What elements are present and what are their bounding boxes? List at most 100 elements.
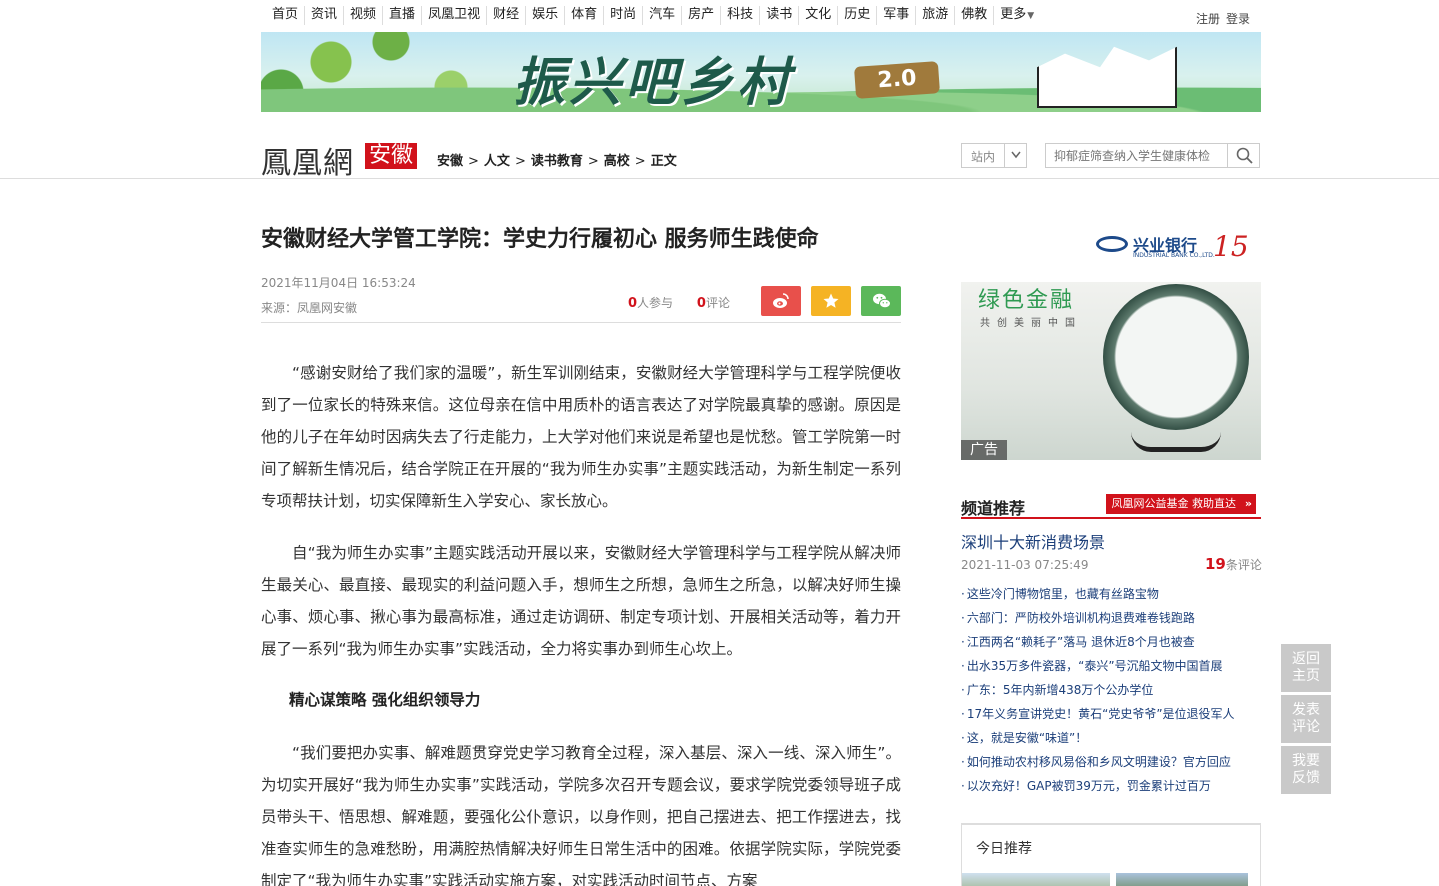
share-wechat-button[interactable] bbox=[861, 286, 901, 316]
nav-item-phoenix-tv[interactable]: 凤凰卫视 bbox=[421, 6, 486, 25]
register-link[interactable]: 注册 bbox=[1196, 12, 1220, 26]
nav-item-news[interactable]: 资讯 bbox=[304, 6, 343, 25]
ad-plate-stand bbox=[1131, 422, 1221, 452]
nav-item-home[interactable]: 首页 bbox=[266, 6, 304, 25]
top-banner-ad[interactable]: 振兴吧乡村 2.0 bbox=[261, 32, 1261, 112]
bullet: · bbox=[961, 779, 965, 793]
breadcrumb-separator: > bbox=[634, 154, 646, 169]
search-icon bbox=[1236, 147, 1253, 164]
list-item[interactable]: · 这些冷门博物馆里，也藏有丝路宝物 bbox=[961, 582, 1261, 606]
banner-version-badge: 2.0 bbox=[853, 61, 941, 99]
list-item[interactable]: · 如何推动农村移风易俗和乡风文明建设？官方回应 bbox=[961, 750, 1261, 774]
featured-title[interactable]: 深圳十大新消费场景 bbox=[961, 529, 1105, 553]
channel-title: 频道推荐 bbox=[961, 499, 1026, 518]
breadcrumb: 安徽 > 人文 > 读书教育 > 高校 > 正文 bbox=[437, 150, 677, 169]
search-button[interactable] bbox=[1227, 144, 1259, 167]
participants-link[interactable]: 0人参与 bbox=[628, 296, 674, 311]
news-link: 出水35万多件瓷器，“泰兴”号沉船文物中国首展 bbox=[966, 659, 1223, 673]
breadcrumb-separator: > bbox=[514, 154, 526, 169]
top-nav-list: 首页 资讯 视频 直播 凤凰卫视 财经 娱乐 体育 时尚 汽车 房产 科技 读书… bbox=[266, 6, 1040, 25]
double-chevron-right-icon: » bbox=[1244, 497, 1252, 510]
news-list: · 这些冷门博物馆里，也藏有丝路宝物 · 六部门：严防校外培训机构退费难卷钱跑路 ·… bbox=[961, 582, 1261, 798]
article-paragraph: “我们要把办实事、解难题贯穿党史学习教育全过程，深入基层、深入一线、深入师生”。… bbox=[261, 744, 901, 886]
bank-subtitle: INDUSTRIAL BANK CO.,LTD. bbox=[1133, 252, 1215, 259]
back-home-button[interactable]: 返回 主页 bbox=[1281, 644, 1331, 692]
nav-item-history[interactable]: 历史 bbox=[837, 6, 876, 25]
ad-slogan-sub: 共创美丽中国 bbox=[980, 318, 1082, 329]
breadcrumb-item[interactable]: 高校 bbox=[604, 154, 630, 169]
list-item[interactable]: · 六部门：严防校外培训机构退费难卷钱跑路 bbox=[961, 606, 1261, 630]
breadcrumb-item[interactable]: 人文 bbox=[484, 154, 510, 169]
nav-item-ent[interactable]: 娱乐 bbox=[525, 6, 564, 25]
channel-header: 频道推荐 凤凰网公益基金 救助直达 » bbox=[961, 493, 1261, 519]
sidebar-ad[interactable]: 兴业银行 INDUSTRIAL BANK CO.,LTD. 15 绿色金融 共创… bbox=[961, 222, 1261, 460]
today-recommend-title: 今日推荐 bbox=[976, 841, 1032, 857]
search-scope-value: 站内 bbox=[971, 150, 996, 164]
login-link[interactable]: 登录 bbox=[1226, 12, 1250, 26]
nav-item-video[interactable]: 视频 bbox=[343, 6, 382, 25]
nav-item-sports[interactable]: 体育 bbox=[564, 6, 603, 25]
featured-comments[interactable]: 19条评论 bbox=[1205, 555, 1262, 573]
float-label: 返回 bbox=[1292, 651, 1320, 667]
nav-item-live[interactable]: 直播 bbox=[382, 6, 421, 25]
region-logo[interactable]: 安徽 bbox=[365, 143, 418, 169]
list-item[interactable]: · 江西两名“赖耗子”落马 退休近8个月也被查 bbox=[961, 630, 1261, 654]
post-comment-button[interactable]: 发表 评论 bbox=[1281, 695, 1331, 743]
list-item[interactable]: · 17年义务宣讲党史！黄石“党史爷爷”是位退役军人 bbox=[961, 702, 1261, 726]
search-input[interactable] bbox=[1046, 144, 1226, 167]
news-link: 广东：5年内新增438万个公办学位 bbox=[966, 683, 1154, 697]
nav-item-finance[interactable]: 财经 bbox=[486, 6, 525, 25]
participants-count: 0 bbox=[628, 296, 638, 311]
nav-item-auto[interactable]: 汽车 bbox=[642, 6, 681, 25]
weibo-icon bbox=[773, 293, 789, 308]
ad-label: 广告 bbox=[961, 440, 1007, 460]
today-thumbnail[interactable] bbox=[962, 873, 1110, 886]
nav-item-culture[interactable]: 文化 bbox=[798, 6, 837, 25]
breadcrumb-item[interactable]: 读书教育 bbox=[531, 154, 583, 169]
list-item[interactable]: · 以次充好！GAP被罚39万元，罚金累计过百万 bbox=[961, 774, 1261, 798]
nav-item-military[interactable]: 军事 bbox=[876, 6, 915, 25]
float-label: 我要 bbox=[1292, 753, 1320, 769]
feedback-button[interactable]: 我要 反馈 bbox=[1281, 746, 1331, 794]
search-scope-select[interactable]: 站内 bbox=[961, 143, 1027, 168]
comments-link[interactable]: 0评论 bbox=[697, 296, 730, 311]
float-label: 主页 bbox=[1292, 668, 1320, 684]
bullet: · bbox=[961, 587, 965, 601]
article-datetime: 2021年11月04日 16:53:24 bbox=[261, 276, 416, 290]
article-title: 安徽财经大学管工学院：学史力行履初心 服务师生践使命 bbox=[261, 227, 819, 252]
nav-item-house[interactable]: 房产 bbox=[681, 6, 720, 25]
today-recommend-box: 今日推荐 bbox=[961, 823, 1261, 886]
news-link: 这，就是安徽“味道”！ bbox=[966, 731, 1088, 745]
search-box bbox=[1045, 143, 1260, 168]
auth-links: 注册 登录 bbox=[1196, 10, 1256, 27]
news-link: 以次充好！GAP被罚39万元，罚金累计过百万 bbox=[966, 779, 1211, 793]
ad-slogan: 绿色金融 bbox=[978, 288, 1075, 313]
favorite-button[interactable] bbox=[811, 286, 851, 316]
comments-label: 评论 bbox=[705, 296, 730, 310]
list-item[interactable]: · 这，就是安徽“味道”！ bbox=[961, 726, 1261, 750]
featured-comments-count: 19 bbox=[1205, 555, 1226, 573]
charity-link[interactable]: 凤凰网公益基金 救助直达 » bbox=[1105, 494, 1256, 514]
news-link: 这些冷门博物馆里，也藏有丝路宝物 bbox=[966, 587, 1159, 601]
nav-item-tech[interactable]: 科技 bbox=[720, 6, 759, 25]
bullet: · bbox=[961, 611, 965, 625]
article-subheading: 精心谋策略 强化组织领导力 bbox=[289, 691, 481, 709]
article-source: 来源：凤凰网安徽 bbox=[261, 301, 358, 315]
ifeng-logo[interactable]: 鳳凰網 bbox=[261, 138, 354, 182]
article-paragraph: 自“我为师生办实事”主题实践活动开展以来，安徽财经大学管理科学与工程学院从解决师… bbox=[261, 544, 901, 658]
ad-plate-illustration bbox=[1103, 284, 1249, 430]
nav-item-travel[interactable]: 旅游 bbox=[915, 6, 954, 25]
share-weibo-button[interactable] bbox=[761, 286, 801, 316]
nav-item-buddhism[interactable]: 佛教 bbox=[954, 6, 993, 25]
list-item[interactable]: · 广东：5年内新增438万个公办学位 bbox=[961, 678, 1261, 702]
participants-label: 人参与 bbox=[637, 296, 674, 310]
bullet: · bbox=[961, 755, 965, 769]
nav-item-more[interactable]: 更多▼ bbox=[993, 6, 1040, 25]
today-thumbnail[interactable] bbox=[1116, 873, 1248, 886]
meta-divider bbox=[261, 322, 901, 323]
nav-item-fashion[interactable]: 时尚 bbox=[603, 6, 642, 25]
breadcrumb-item[interactable]: 安徽 bbox=[437, 154, 463, 169]
nav-item-books[interactable]: 读书 bbox=[759, 6, 798, 25]
nav-more-label: 更多 bbox=[1000, 7, 1027, 22]
list-item[interactable]: · 出水35万多件瓷器，“泰兴”号沉船文物中国首展 bbox=[961, 654, 1261, 678]
